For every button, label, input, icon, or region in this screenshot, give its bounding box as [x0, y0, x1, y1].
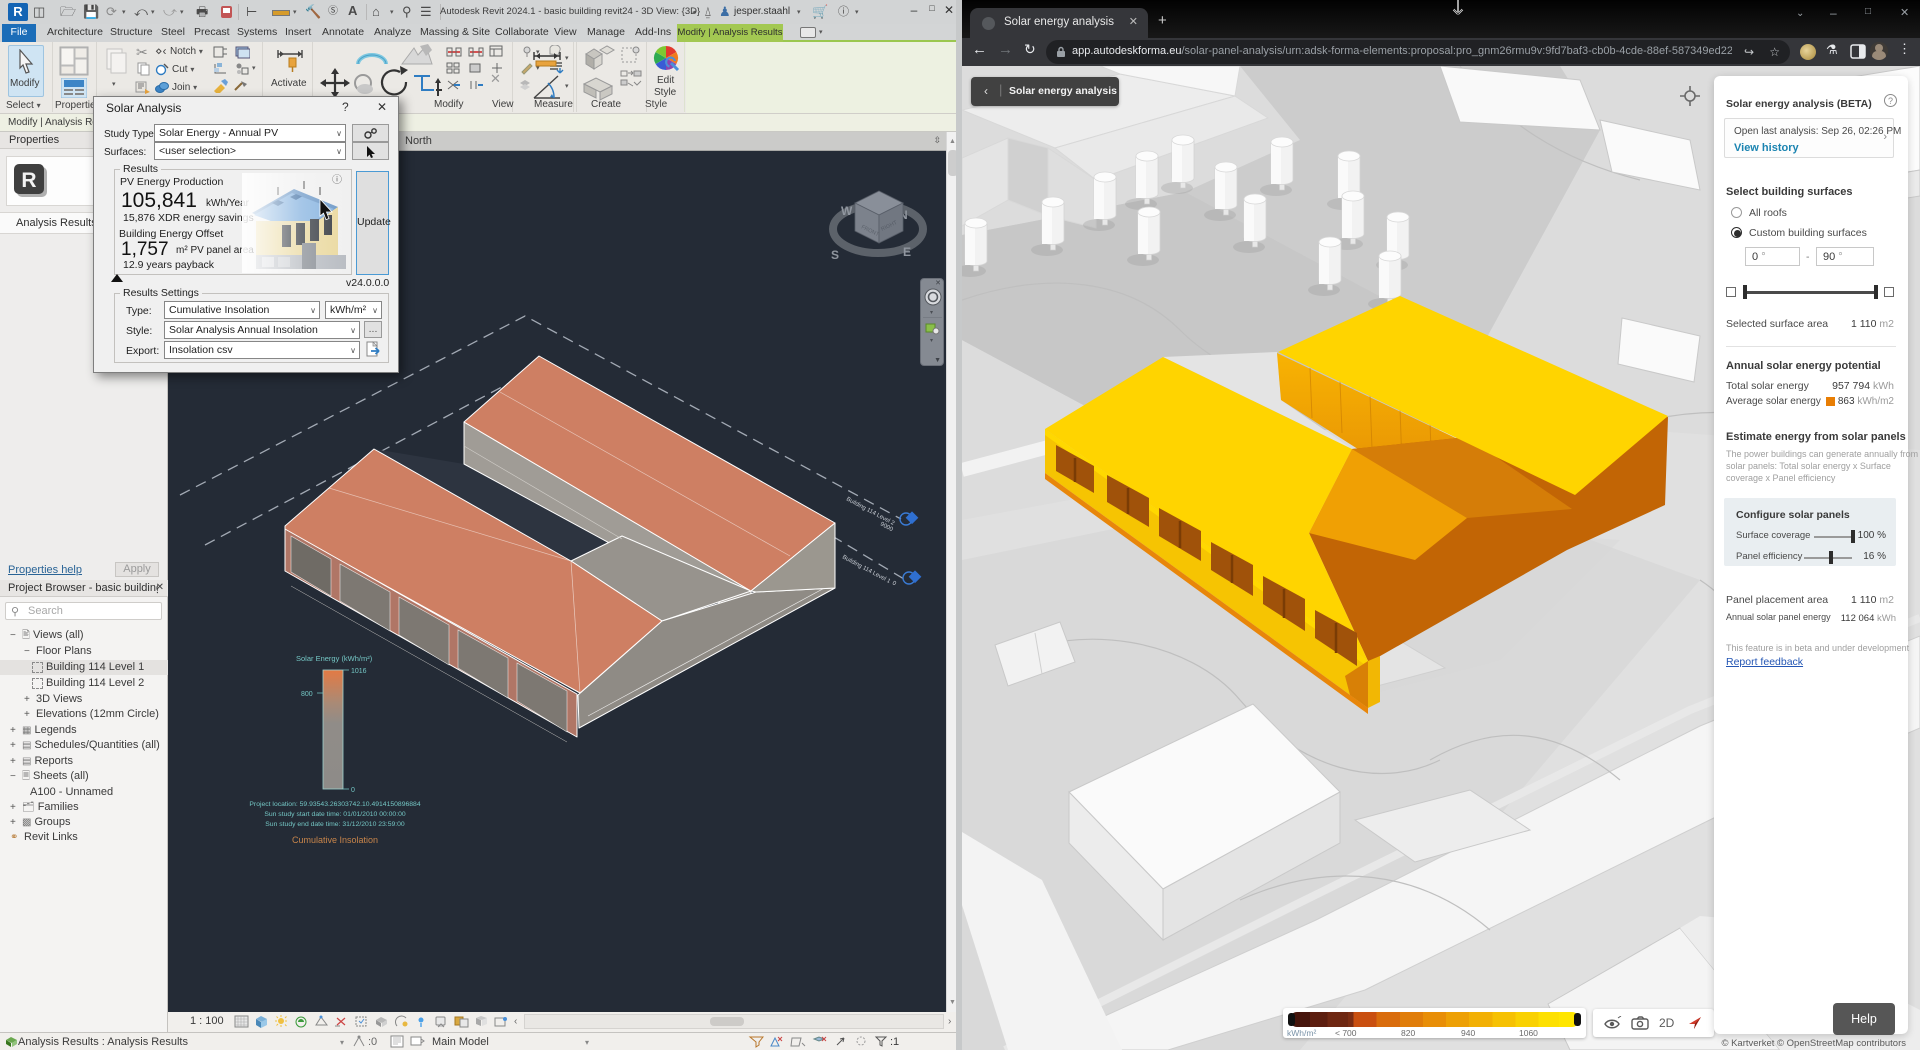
svg-text:E: E [903, 245, 911, 259]
svg-text:W: W [841, 204, 853, 218]
svg-text:R: R [21, 169, 36, 192]
svg-text:0: 0 [891, 580, 897, 587]
svg-text:Cumulative Insolation: Cumulative Insolation [292, 835, 378, 845]
svg-text:0: 0 [351, 787, 355, 794]
svg-text:Sun study end date time: 31/12: Sun study end date time: 31/12/2010 23:5… [265, 821, 405, 828]
svg-text:Project location: 59.93543.263: Project location: 59.93543.26303742.10.4… [249, 801, 420, 808]
svg-text:Building 114 Level 1: Building 114 Level 1 [841, 554, 892, 585]
svg-text:800: 800 [301, 691, 313, 698]
svg-text:Sun study start date time: 01/: Sun study start date time: 01/01/2010 00… [264, 811, 406, 818]
svg-text:1016: 1016 [351, 668, 367, 675]
svg-text:Solar Energy (kWh/m²): Solar Energy (kWh/m²) [296, 654, 373, 663]
svg-text:S: S [831, 248, 839, 262]
